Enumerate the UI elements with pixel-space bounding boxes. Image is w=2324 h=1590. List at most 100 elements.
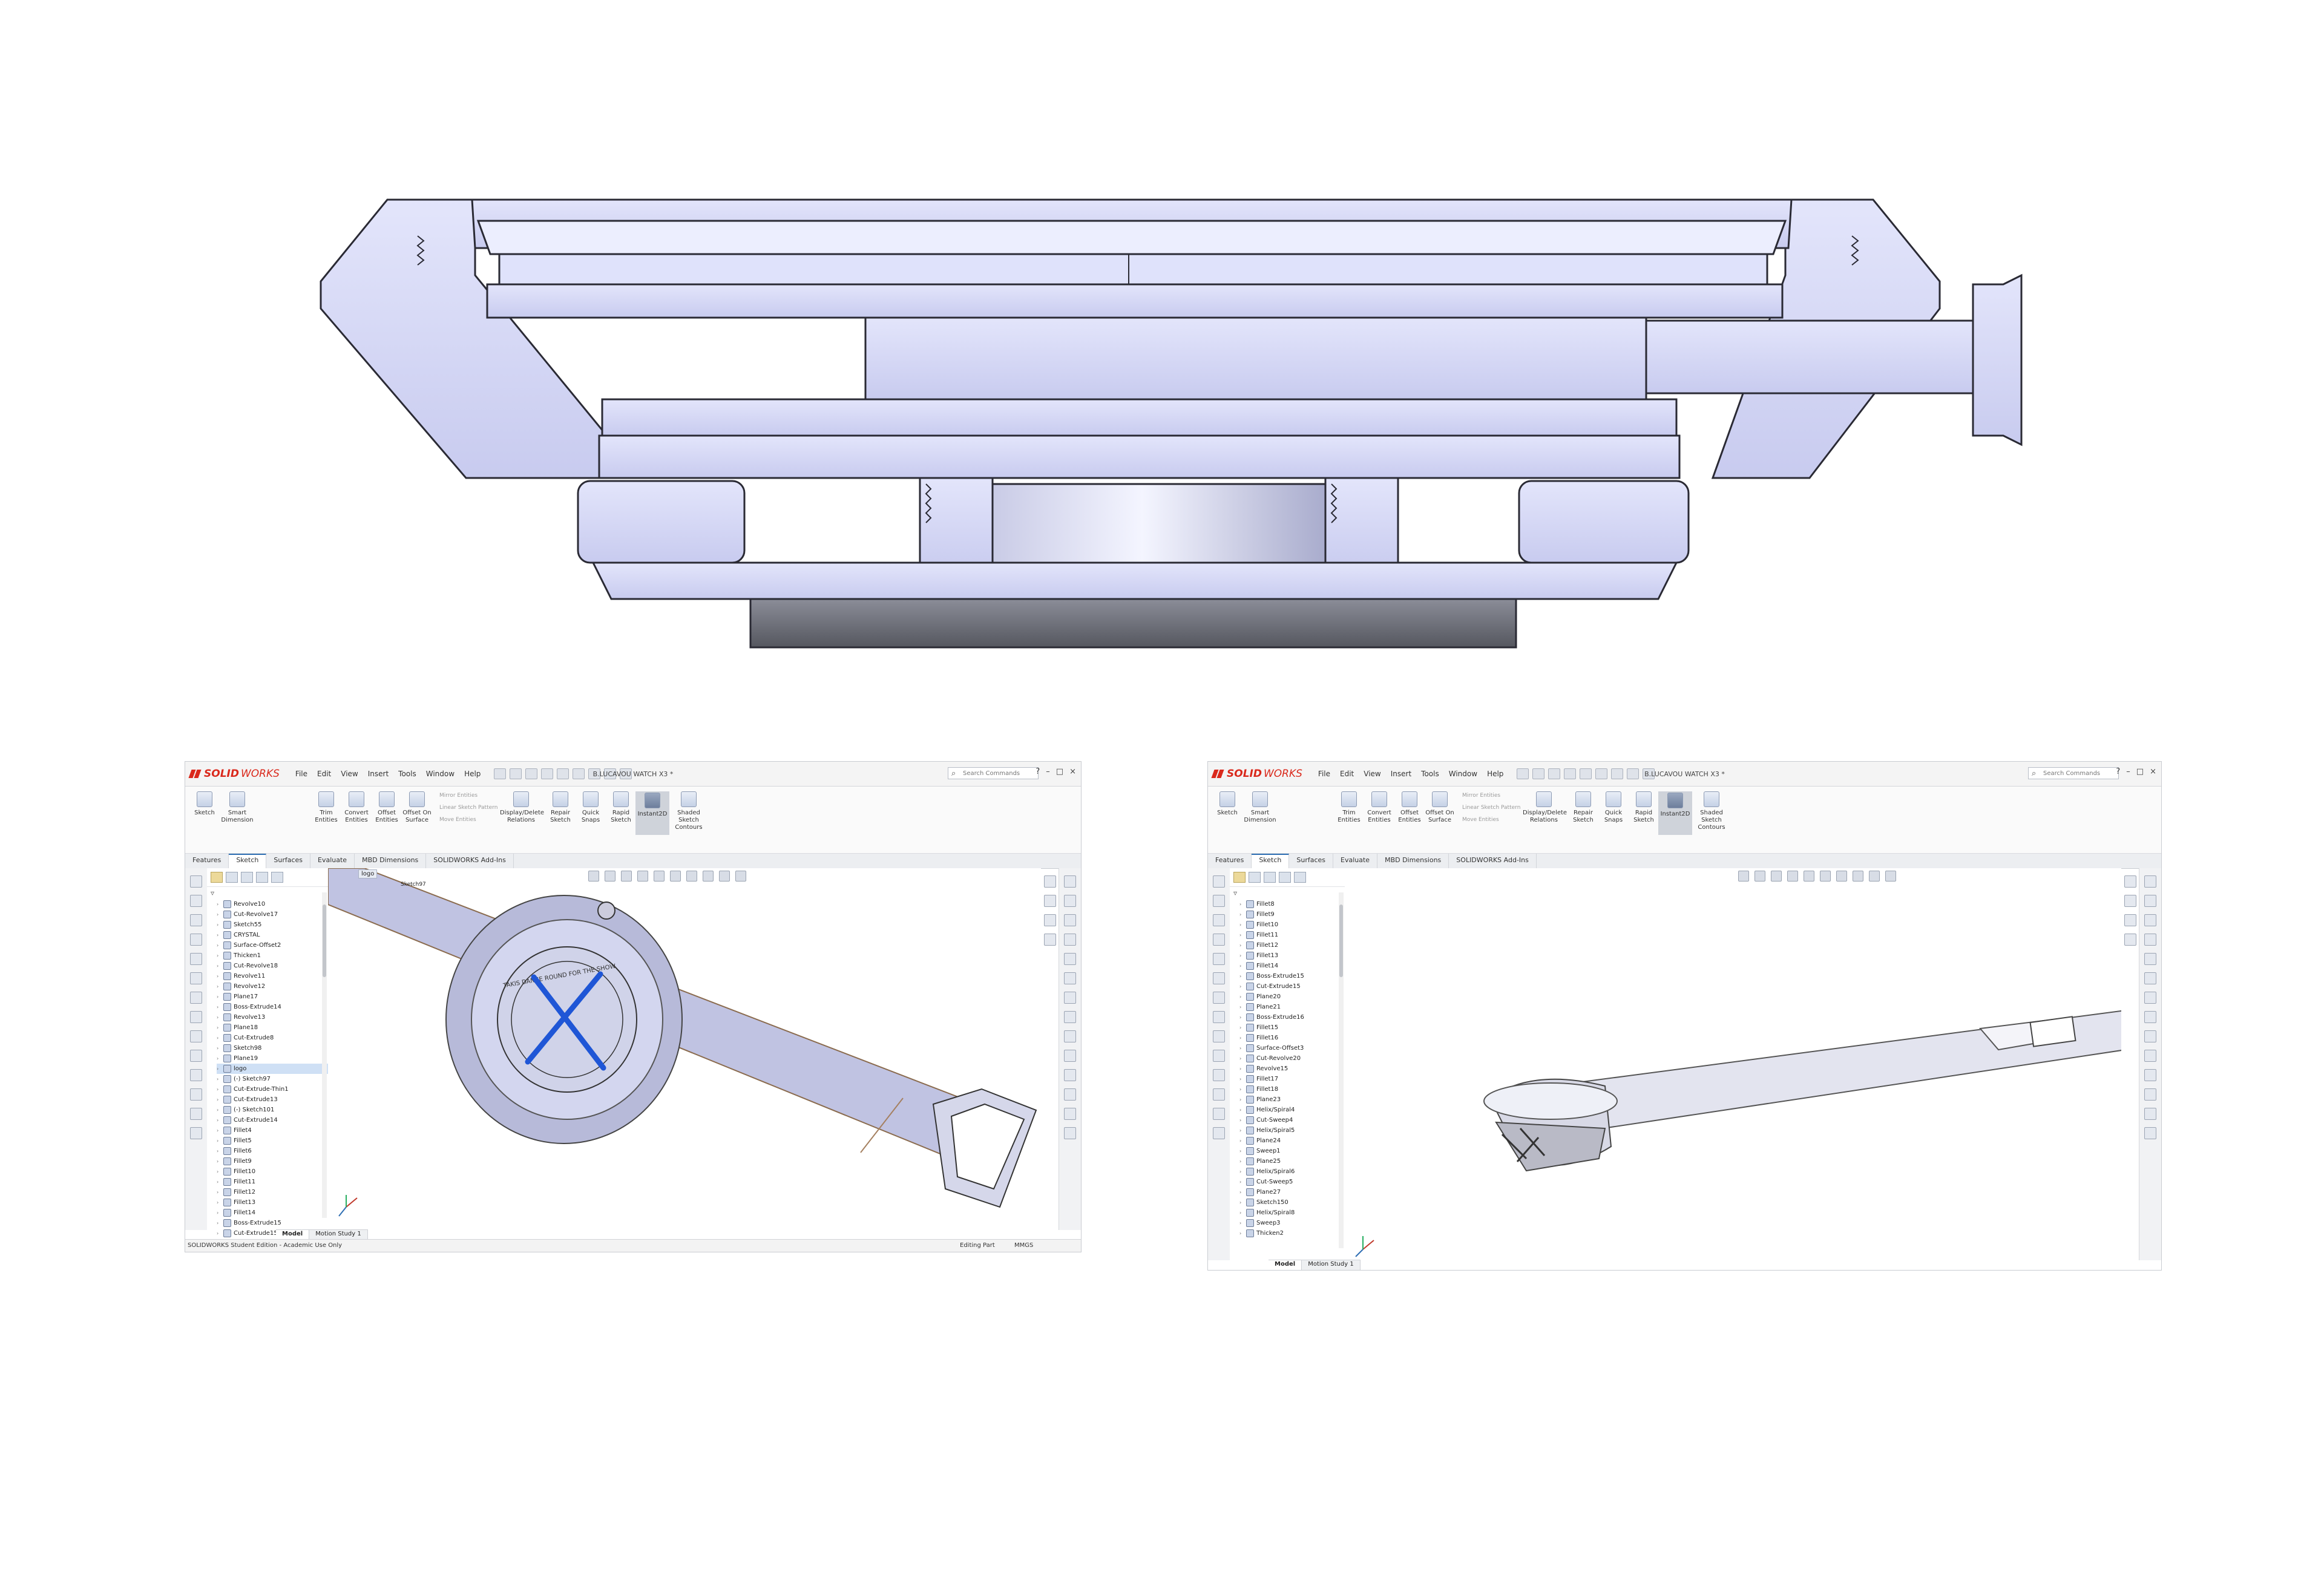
- ellipse-icon[interactable]: [2144, 1069, 2156, 1081]
- tab-surfaces[interactable]: Surfaces: [1289, 854, 1334, 868]
- centerline-icon[interactable]: [2144, 1127, 2156, 1139]
- tree-item[interactable]: › Fillet16: [1239, 1033, 1345, 1043]
- tree-item[interactable]: › Fillet10: [217, 1166, 328, 1177]
- forum-icon[interactable]: [1064, 992, 1076, 1004]
- tree-item[interactable]: › Sketch98: [217, 1043, 328, 1053]
- expand-arrow-icon[interactable]: ›: [217, 1146, 221, 1156]
- menu-file[interactable]: File: [295, 770, 307, 778]
- open-icon[interactable]: [1548, 768, 1561, 779]
- tree-item[interactable]: › Boss-Extrude14: [217, 1002, 328, 1012]
- tab-motion-study[interactable]: Motion Study 1: [309, 1230, 368, 1240]
- tab-sketch[interactable]: Sketch: [1252, 854, 1290, 868]
- mirror-icon[interactable]: [190, 1088, 202, 1101]
- expand-arrow-icon[interactable]: ›: [1239, 1115, 1244, 1125]
- tab-evaluate[interactable]: Evaluate: [1333, 854, 1378, 868]
- expand-arrow-icon[interactable]: ›: [1239, 1228, 1244, 1238]
- expand-arrow-icon[interactable]: ›: [1239, 992, 1244, 1002]
- expand-arrow-icon[interactable]: ›: [1239, 1177, 1244, 1187]
- expand-arrow-icon[interactable]: ›: [217, 1187, 221, 1197]
- view-palette-icon[interactable]: [1064, 934, 1076, 946]
- appearance-scenes-icon[interactable]: [2144, 953, 2156, 965]
- tree-item[interactable]: › Revolve10: [217, 899, 328, 909]
- dimxpert-icon[interactable]: [256, 872, 268, 883]
- chamfer-icon[interactable]: [190, 1069, 202, 1081]
- graphics-area[interactable]: [1345, 868, 2121, 1260]
- tree-item[interactable]: › Fillet13: [217, 1197, 328, 1208]
- check-icon[interactable]: [1213, 1030, 1225, 1042]
- expand-arrow-icon[interactable]: ›: [217, 1022, 221, 1033]
- menu-help[interactable]: Help: [464, 770, 481, 778]
- scenes-icon[interactable]: [1044, 914, 1056, 926]
- tree-scrollbar[interactable]: [322, 892, 327, 1218]
- expand-arrow-icon[interactable]: ›: [217, 1125, 221, 1136]
- expand-arrow-icon[interactable]: ›: [217, 1105, 221, 1115]
- tab-features[interactable]: Features: [1208, 854, 1252, 868]
- tree-item[interactable]: › Revolve15: [1239, 1064, 1345, 1074]
- menu-edit[interactable]: Edit: [1340, 770, 1354, 778]
- polygon-icon[interactable]: [1064, 1050, 1076, 1062]
- undo-icon[interactable]: [1595, 768, 1608, 779]
- appearances-icon[interactable]: [2124, 875, 2136, 888]
- menu-view[interactable]: View: [341, 770, 358, 778]
- check-icon[interactable]: [190, 1030, 202, 1042]
- tree-item[interactable]: › Fillet9: [217, 1156, 328, 1166]
- minimize-button[interactable]: –: [2126, 767, 2130, 776]
- expand-arrow-icon[interactable]: ›: [1239, 1033, 1244, 1043]
- expand-arrow-icon[interactable]: ›: [1239, 981, 1244, 992]
- quick-snaps-button[interactable]: Quick Snaps: [1597, 791, 1630, 824]
- menu-insert[interactable]: Insert: [368, 770, 389, 778]
- ellipse-icon[interactable]: [1064, 1069, 1076, 1081]
- mirror-entities-button[interactable]: Mirror Entities: [439, 793, 478, 799]
- tree-item[interactable]: › Revolve13: [217, 1012, 328, 1022]
- expand-arrow-icon[interactable]: ›: [1239, 1043, 1244, 1053]
- decals-icon[interactable]: [2124, 895, 2136, 907]
- linear-sketch-pattern-button[interactable]: Linear Sketch Pattern: [439, 805, 497, 811]
- tree-item[interactable]: › Fillet12: [1239, 940, 1345, 950]
- expand-arrow-icon[interactable]: ›: [1239, 909, 1244, 920]
- tree-item[interactable]: › Boss-Extrude15: [1239, 971, 1345, 981]
- expand-arrow-icon[interactable]: ›: [217, 1043, 221, 1053]
- tree-item[interactable]: › CRYSTAL: [217, 930, 328, 940]
- home-icon[interactable]: [1517, 768, 1529, 779]
- expand-arrow-icon[interactable]: ›: [1239, 1218, 1244, 1228]
- repair-sketch-button[interactable]: Repair Sketch: [1566, 791, 1600, 824]
- tree-item[interactable]: › Fillet15: [1239, 1022, 1345, 1033]
- expand-arrow-icon[interactable]: ›: [1239, 1105, 1244, 1115]
- smart-dimension-button[interactable]: Smart Dimension: [1243, 791, 1277, 824]
- pan-icon[interactable]: [190, 895, 202, 907]
- resources-icon[interactable]: [1064, 875, 1076, 888]
- tree-item[interactable]: › Plane25: [1239, 1156, 1345, 1166]
- circle-icon[interactable]: [2144, 1011, 2156, 1023]
- appearances-icon[interactable]: [1044, 875, 1056, 888]
- polygon-icon[interactable]: [2144, 1050, 2156, 1062]
- menu-help[interactable]: Help: [1487, 770, 1503, 778]
- fillet-icon[interactable]: [190, 1050, 202, 1062]
- resources-icon[interactable]: [2144, 875, 2156, 888]
- trim-entities-button[interactable]: Trim Entities: [309, 791, 343, 824]
- expand-arrow-icon[interactable]: ›: [217, 1033, 221, 1043]
- print-icon[interactable]: [557, 768, 570, 779]
- property-icon[interactable]: [1249, 872, 1261, 883]
- expand-arrow-icon[interactable]: ›: [217, 1002, 221, 1012]
- quick-snaps-button[interactable]: Quick Snaps: [574, 791, 608, 824]
- tab-mbd-dimensions[interactable]: MBD Dimensions: [1377, 854, 1449, 868]
- tab-sketch[interactable]: Sketch: [229, 854, 267, 868]
- new-icon[interactable]: [510, 768, 522, 779]
- tree-item[interactable]: › Helix/Spiral6: [1239, 1166, 1345, 1177]
- design-library-icon[interactable]: [1064, 895, 1076, 907]
- status-units[interactable]: MMGS: [1014, 1242, 1033, 1249]
- tree-item[interactable]: › Fillet18: [1239, 1084, 1345, 1094]
- move-entities-button[interactable]: Move Entities: [439, 817, 476, 823]
- tree-item[interactable]: › Cut-Extrude15: [1239, 981, 1345, 992]
- plane-icon[interactable]: [1064, 1108, 1076, 1120]
- expand-arrow-icon[interactable]: ›: [217, 971, 221, 981]
- expand-arrow-icon[interactable]: ›: [217, 930, 221, 940]
- tree-item[interactable]: › Fillet9: [1239, 909, 1345, 920]
- tree-item[interactable]: › Cut-Sweep4: [1239, 1115, 1345, 1125]
- point-icon[interactable]: [190, 972, 202, 984]
- tab-solidworks-add-ins[interactable]: SOLIDWORKS Add-Ins: [1449, 854, 1537, 868]
- expand-arrow-icon[interactable]: ›: [1239, 1002, 1244, 1012]
- expand-arrow-icon[interactable]: ›: [1239, 950, 1244, 961]
- text-icon[interactable]: [190, 953, 202, 965]
- custom-properties-icon[interactable]: [1064, 972, 1076, 984]
